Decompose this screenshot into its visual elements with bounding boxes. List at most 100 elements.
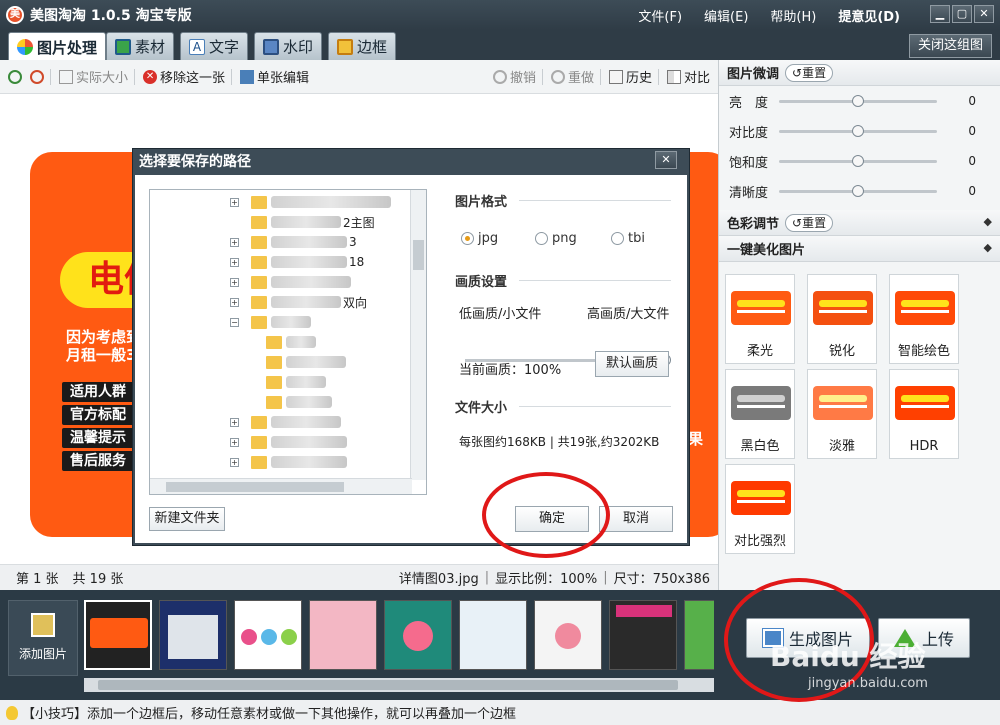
dialog-close-icon[interactable]: ✕	[655, 151, 677, 169]
tree-item[interactable]: +	[230, 412, 341, 432]
color-header[interactable]: 色彩调节 ↺重置 ◆	[719, 210, 1000, 236]
thumbnail[interactable]	[459, 600, 527, 670]
tree-item[interactable]: + 双向	[230, 292, 367, 312]
menu-feedback[interactable]: 提意见(D)	[838, 6, 900, 25]
filter-high-contrast[interactable]: 对比强烈	[725, 464, 795, 554]
remove-one-button[interactable]: ✕ 移除这一张	[143, 67, 225, 86]
tab-picture-process[interactable]: 图片处理	[8, 32, 107, 61]
color-reset-button[interactable]: ↺重置	[785, 213, 834, 232]
menu-edit[interactable]: 编辑(E)	[704, 6, 748, 25]
tree-item[interactable]	[254, 352, 346, 372]
tree-item[interactable]: +18	[230, 252, 364, 272]
expand-icon[interactable]: +	[230, 437, 239, 447]
brightness-slider[interactable]	[779, 95, 937, 107]
expand-icon[interactable]: +	[230, 457, 239, 467]
filter-smart-color[interactable]: 智能绘色	[889, 274, 959, 364]
menu-help[interactable]: 帮助(H)	[770, 6, 816, 25]
scrollbar-thumb[interactable]	[98, 680, 678, 690]
compare-button[interactable]: 对比	[666, 67, 710, 86]
tab-text[interactable]: A 文字	[180, 32, 249, 60]
default-quality-button[interactable]: 默认画质	[595, 351, 669, 377]
zoom-out-button[interactable]	[30, 69, 44, 84]
tab-material[interactable]: 素材	[106, 32, 175, 60]
thumbnail[interactable]	[384, 600, 452, 670]
history-label: 历史	[625, 71, 652, 86]
single-edit-button[interactable]: 单张编辑	[240, 67, 309, 86]
add-picture-icon	[31, 613, 55, 637]
tree-item[interactable]	[254, 372, 326, 392]
redo-button[interactable]: 重做	[550, 67, 594, 86]
thumbnail[interactable]	[609, 600, 677, 670]
tree-item[interactable]	[254, 392, 332, 412]
poster-tag: 适用人群	[62, 382, 134, 402]
tab-frame[interactable]: 边框	[328, 32, 397, 60]
tree-item[interactable]: +	[230, 192, 391, 212]
format-jpg-radio[interactable]: jpg	[461, 231, 498, 246]
folder-icon	[251, 215, 267, 229]
expand-icon[interactable]: +	[230, 237, 239, 247]
tree-item[interactable]: 2主图	[230, 212, 375, 232]
section-divider	[519, 280, 671, 281]
tree-vertical-scrollbar[interactable]	[410, 190, 426, 480]
expand-icon[interactable]: +	[230, 417, 239, 427]
thumbnail[interactable]	[684, 600, 714, 670]
contrast-slider[interactable]	[779, 125, 937, 137]
tune-reset-button[interactable]: ↺重置	[785, 63, 834, 82]
slider-thumb[interactable]	[852, 95, 864, 107]
filter-soft-light[interactable]: 柔光	[725, 274, 795, 364]
tab-watermark[interactable]: 水印	[254, 32, 323, 60]
expand-icon[interactable]: +	[230, 277, 239, 287]
filter-elegant[interactable]: 淡雅	[807, 369, 877, 459]
thumbnail-scrollbar[interactable]	[84, 678, 714, 692]
tree-horizontal-scrollbar[interactable]	[150, 478, 412, 494]
slider-thumb[interactable]	[852, 155, 864, 167]
expand-icon[interactable]: ◆	[984, 241, 992, 254]
sharpness-slider[interactable]	[779, 185, 937, 197]
filter-black-white[interactable]: 黑白色	[725, 369, 795, 459]
close-icon[interactable]: ✕	[974, 5, 994, 23]
slider-value: 0	[968, 94, 976, 108]
tree-item[interactable]: +	[230, 452, 347, 472]
expand-icon[interactable]: +	[230, 257, 239, 267]
slider-label: 亮 度	[729, 95, 769, 111]
slider-thumb[interactable]	[852, 125, 864, 137]
tree-item[interactable]: −	[230, 312, 311, 332]
lightbulb-icon	[6, 705, 18, 720]
tab-label: 素材	[135, 38, 166, 56]
expand-icon[interactable]: +	[230, 297, 239, 307]
maximize-icon[interactable]: ▢	[952, 5, 972, 23]
saturation-slider[interactable]	[779, 155, 937, 167]
undo-button[interactable]: 撤销	[492, 67, 536, 86]
actual-size-button[interactable]: 实际大小	[59, 67, 128, 86]
thumbnail[interactable]	[159, 600, 227, 670]
new-folder-button[interactable]: 新建文件夹	[149, 507, 225, 531]
thumbnail[interactable]	[534, 600, 602, 670]
tree-item[interactable]: +	[230, 272, 351, 292]
format-tbi-radio[interactable]: tbi	[611, 231, 645, 246]
cancel-button[interactable]: 取消	[599, 506, 673, 532]
add-picture-button[interactable]: 添加图片	[8, 600, 78, 676]
filter-hdr[interactable]: HDR	[889, 369, 959, 459]
tree-item[interactable]	[254, 332, 316, 352]
thumbnail[interactable]	[84, 600, 152, 670]
thumbnail[interactable]	[309, 600, 377, 670]
thumbnail[interactable]	[234, 600, 302, 670]
expand-icon[interactable]: +	[230, 197, 239, 207]
format-png-radio[interactable]: png	[535, 231, 577, 246]
tree-item[interactable]: +	[230, 432, 347, 452]
collapse-icon[interactable]: −	[230, 317, 239, 327]
filter-sharpen[interactable]: 锐化	[807, 274, 877, 364]
expand-icon[interactable]: ◆	[984, 215, 992, 228]
close-group-button[interactable]: 关闭这组图	[908, 34, 992, 58]
current-quality: 当前画质：100%	[459, 363, 562, 378]
slider-thumb[interactable]	[852, 185, 864, 197]
history-button[interactable]: 历史	[608, 67, 652, 86]
menu-file[interactable]: 文件(F)	[638, 6, 682, 25]
tree-item[interactable]: +3	[230, 232, 357, 252]
zoom-in-button[interactable]	[8, 69, 22, 84]
folder-tree[interactable]: + 2主图 +3 +18 + + 双向 − + + +	[149, 189, 427, 495]
scrollbar-thumb[interactable]	[413, 240, 424, 270]
minimize-icon[interactable]: ▁	[930, 5, 950, 23]
beautify-header[interactable]: 一键美化图片 ◆	[719, 236, 1000, 262]
scrollbar-thumb[interactable]	[166, 482, 344, 492]
